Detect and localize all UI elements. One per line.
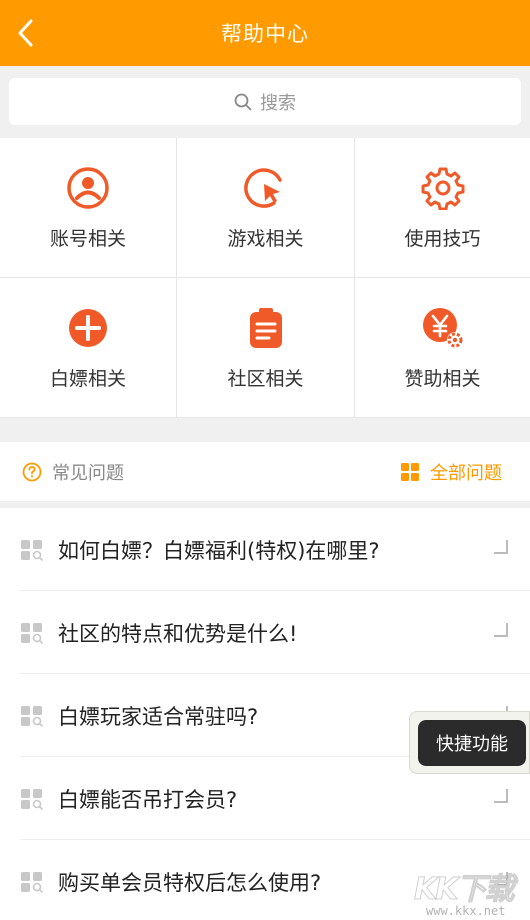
all-questions-label: 全部问题	[430, 463, 502, 484]
question-text: 购买单会员特权后怎么使用?	[58, 870, 322, 895]
category-game[interactable]: 游戏相关	[177, 138, 355, 278]
grid-icon	[401, 463, 419, 481]
category-label: 使用技巧	[404, 228, 481, 250]
all-questions-button[interactable]: 全部问题	[400, 456, 502, 488]
category-label: 社区相关	[227, 368, 304, 390]
question-list-icon	[21, 539, 44, 561]
page-title: 帮助中心	[221, 22, 309, 46]
category-grid: 账号相关 游戏相关 使用技巧 白嫖相关 社区相关 赞助相关	[0, 138, 530, 418]
search-area: 搜索	[0, 66, 530, 138]
category-label: 赞助相关	[404, 368, 481, 390]
question-list-icon	[21, 705, 44, 727]
category-tips[interactable]: 使用技巧	[355, 138, 530, 278]
quick-actions-label: 快捷功能	[418, 720, 526, 766]
faq-title: 常见问题	[52, 462, 124, 484]
corner-arrow-icon	[494, 789, 508, 803]
question-list-icon	[21, 871, 44, 893]
category-label: 游戏相关	[227, 228, 304, 250]
question-circle-icon	[22, 462, 42, 481]
question-item[interactable]: 社区的特点和优势是什么!	[0, 591, 530, 674]
question-list-icon	[21, 788, 44, 810]
category-community[interactable]: 社区相关	[177, 278, 355, 418]
corner-arrow-icon	[494, 872, 508, 886]
quick-actions-button[interactable]: 快捷功能	[409, 711, 530, 774]
question-text: 如何白嫖？白嫖福利(特权)在哪里?	[58, 538, 380, 563]
search-placeholder: 搜索	[260, 92, 296, 114]
question-text: 白嫖玩家适合常驻吗?	[58, 704, 259, 729]
category-sponsor[interactable]: 赞助相关	[355, 278, 530, 418]
yen-gear-icon	[421, 306, 465, 350]
corner-arrow-icon	[494, 540, 508, 554]
top-bar: 帮助中心	[0, 0, 530, 66]
user-circle-icon	[66, 166, 110, 210]
question-item[interactable]: 如何白嫖？白嫖福利(特权)在哪里?	[0, 508, 530, 591]
category-account[interactable]: 账号相关	[0, 138, 177, 278]
chevron-left-icon	[18, 19, 33, 47]
search-icon	[234, 93, 252, 110]
question-item[interactable]: 购买单会员特权后怎么使用?	[0, 840, 530, 920]
clipboard-icon	[244, 306, 288, 350]
faq-header: 常见问题 全部问题	[0, 442, 530, 502]
plus-circle-icon	[66, 306, 110, 350]
help-center-screen: 帮助中心 搜索 账号相关 游戏相关 使用技巧 白嫖相关 社区相关 赞助相关 常见…	[0, 0, 530, 920]
category-label: 账号相关	[49, 228, 126, 250]
category-label: 白嫖相关	[49, 368, 126, 390]
question-text: 社区的特点和优势是什么!	[58, 621, 298, 646]
question-text: 白嫖能否吊打会员?	[58, 787, 238, 812]
question-list-icon	[21, 622, 44, 644]
corner-arrow-icon	[494, 623, 508, 637]
back-button[interactable]	[6, 13, 46, 53]
category-freeload[interactable]: 白嫖相关	[0, 278, 177, 418]
gear-icon	[421, 166, 465, 210]
search-input[interactable]: 搜索	[9, 78, 521, 125]
cursor-click-icon	[243, 166, 288, 210]
